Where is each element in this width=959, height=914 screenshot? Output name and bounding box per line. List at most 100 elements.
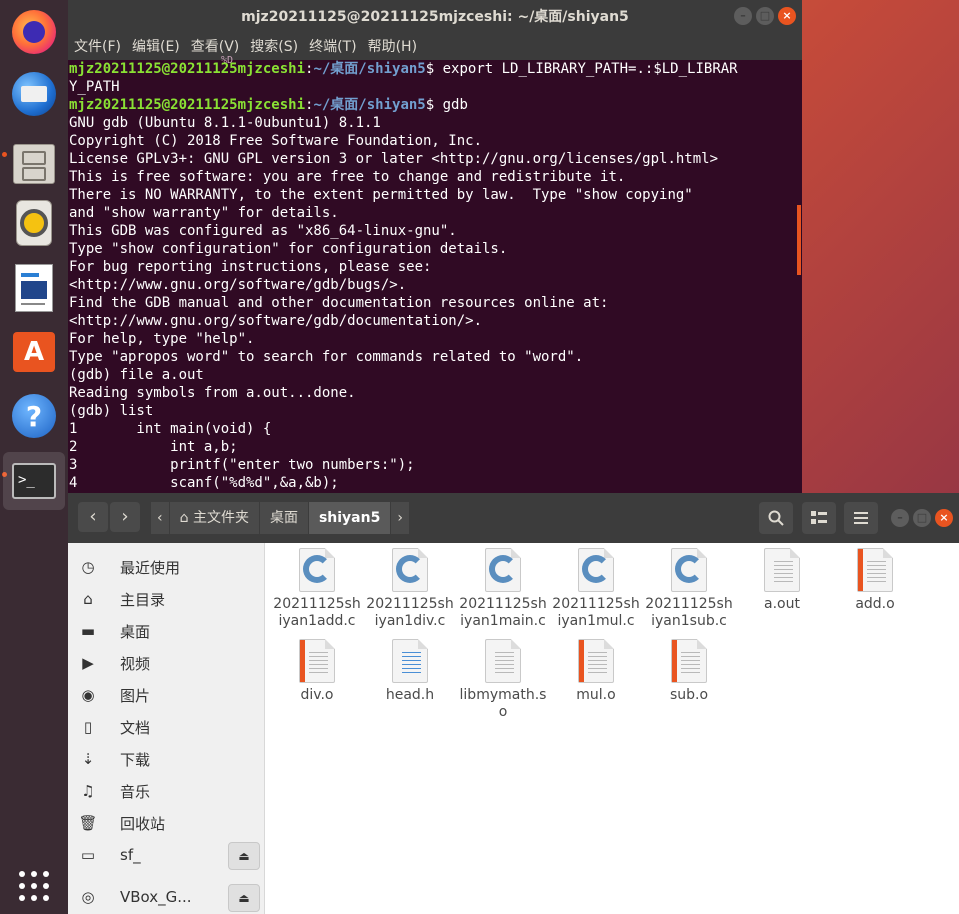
sidebar-item[interactable]: ⇣ 下载	[68, 743, 264, 775]
breadcrumb-home-label: 主文件夹	[192, 510, 249, 526]
dock-help[interactable]: ?	[4, 386, 64, 446]
file-manager-window: ‹ › ‹ ⌂ 主文件夹 桌面 shiyan5 › – □ × ◷ 最近使用 ⌂…	[68, 493, 959, 914]
terminal-titlebar[interactable]: mjz20211125@20211125mjzceshi: ~/桌面/shiya…	[68, 0, 802, 32]
terminal-line: For bug reporting instructions, please s…	[69, 259, 432, 275]
file-item[interactable]: div.o	[272, 639, 362, 704]
sidebar-item-label: sf_	[120, 846, 141, 864]
home-icon: ⌂	[83, 590, 93, 608]
sidebar-item[interactable]: ▬ 桌面	[68, 615, 264, 647]
dock-terminal[interactable]: >_	[3, 452, 65, 510]
sidebar-item[interactable]: 🗑 回收站	[68, 807, 264, 839]
menu-file[interactable]: 文件(F)	[74, 36, 121, 56]
minimize-button[interactable]: –	[734, 7, 752, 25]
dock: A ? >_	[0, 0, 68, 914]
back-button[interactable]: ‹	[78, 502, 108, 532]
binary-file-icon	[764, 548, 800, 592]
sidebar-item-label: 最近使用	[120, 558, 181, 577]
terminal-output[interactable]: mjz20211125@20211125mjzceshi:~/桌面/shiyan…	[68, 60, 797, 493]
breadcrumb-home[interactable]: ⌂ 主文件夹	[169, 502, 260, 534]
sidebar-item[interactable]: ▶ 视频	[68, 647, 264, 679]
file-item[interactable]: libmymath.so	[458, 639, 548, 721]
object-file-icon	[671, 639, 707, 683]
sidebar-item[interactable]: ◉ 图片	[68, 679, 264, 711]
terminal-scrollbar[interactable]	[797, 205, 801, 275]
file-name: a.out	[764, 596, 800, 612]
sidebar-item[interactable]: ⌂ 主目录	[68, 583, 264, 615]
terminal-line: Type "show configuration" for configurat…	[69, 241, 508, 257]
hamburger-menu-icon	[854, 512, 868, 524]
terminal-window: mjz20211125@20211125mjzceshi: ~/桌面/shiya…	[68, 0, 802, 493]
file-item[interactable]: sub.o	[644, 639, 734, 704]
file-name: 20211125shiyan1add.c	[273, 596, 361, 629]
dock-firefox[interactable]	[4, 2, 64, 62]
file-item[interactable]: 20211125shiyan1mul.c	[551, 548, 641, 630]
file-name: libmymath.so	[459, 687, 547, 720]
sidebar-item[interactable]: ▭ sf_ ⏏	[68, 839, 264, 871]
path-scroll-right[interactable]: ›	[391, 502, 410, 534]
menu-view[interactable]: 查看(V)	[191, 36, 240, 56]
menu-edit[interactable]: 编辑(E)	[132, 36, 180, 56]
document-icon: ▯	[83, 718, 93, 736]
file-item[interactable]: mul.o	[551, 639, 641, 704]
file-name: 20211125shiyan1mul.c	[552, 596, 640, 629]
menu-button[interactable]	[844, 502, 878, 534]
search-icon	[768, 510, 784, 526]
terminal-line: Y_PATH	[69, 79, 120, 95]
header-file-icon	[392, 639, 428, 683]
fm-minimize-button[interactable]: –	[891, 509, 909, 527]
file-item[interactable]: 20211125shiyan1main.c	[458, 548, 548, 630]
camera-icon: ◉	[81, 686, 95, 704]
recent-icon: ◷	[81, 558, 95, 576]
drive-icon: ▭	[80, 846, 96, 864]
prompt-path: ~/桌面/shiyan5	[313, 61, 426, 77]
menu-help[interactable]: 帮助(H)	[368, 36, 417, 56]
fm-close-button[interactable]: ×	[935, 509, 953, 527]
maximize-button[interactable]: □	[756, 7, 774, 25]
close-button[interactable]: ×	[778, 7, 796, 25]
c-source-file-icon	[485, 548, 521, 592]
fm-maximize-button[interactable]: □	[913, 509, 931, 527]
file-item[interactable]: add.o	[830, 548, 920, 613]
menu-terminal[interactable]: 终端(T)	[309, 36, 356, 56]
sidebar-item[interactable]: ▯ 文档	[68, 711, 264, 743]
sidebar-item[interactable]: ♫ 音乐	[68, 775, 264, 807]
breadcrumb-current[interactable]: shiyan5	[308, 502, 392, 534]
show-apps-icon[interactable]	[18, 870, 50, 902]
file-item[interactable]: head.h	[365, 639, 455, 704]
ubuntu-software-icon: A	[13, 332, 55, 372]
file-grid: 20211125shiyan1add.c 20211125shiyan1div.c…	[265, 543, 959, 914]
sidebar-item-label: 文档	[120, 718, 151, 737]
file-item[interactable]: 20211125shiyan1add.c	[272, 548, 362, 630]
file-item[interactable]: a.out	[737, 548, 827, 613]
terminal-line: License GPLv3+: GNU GPL version 3 or lat…	[69, 151, 719, 167]
eject-button[interactable]: ⏏	[228, 842, 260, 870]
dock-files[interactable]	[4, 134, 64, 194]
terminal-icon: >_	[12, 463, 56, 499]
forward-button[interactable]: ›	[110, 502, 140, 532]
dock-software[interactable]: A	[4, 322, 64, 382]
terminal-line: 4 scanf("%d%d",&a,&b);	[69, 475, 339, 491]
dock-writer[interactable]	[4, 258, 64, 318]
file-item[interactable]: 20211125shiyan1div.c	[365, 548, 455, 630]
search-button[interactable]	[759, 502, 793, 534]
sidebar-item[interactable]: ◎ VBox_G... ⏏	[68, 881, 264, 913]
c-source-file-icon	[299, 548, 335, 592]
dock-thunderbird[interactable]	[4, 64, 64, 124]
apps-grid-glyph	[19, 871, 49, 901]
file-item[interactable]: 20211125shiyan1sub.c	[644, 548, 734, 630]
path-scroll-left[interactable]: ‹	[151, 502, 170, 534]
dock-rhythmbox[interactable]	[4, 193, 64, 253]
terminal-line: Copyright (C) 2018 Free Software Foundat…	[69, 133, 483, 149]
music-icon: ♫	[81, 782, 95, 800]
terminal-line: <http://www.gnu.org/software/gdb/documen…	[69, 313, 483, 329]
sidebar-item[interactable]: ◷ 最近使用	[68, 551, 264, 583]
terminal-line: mjz20211125@20211125mjzceshi:~/桌面/shiyan…	[69, 96, 797, 114]
terminal-line: For help, type "help".	[69, 331, 255, 347]
file-name: 20211125shiyan1sub.c	[645, 596, 733, 629]
terminal-line: Type "apropos word" to search for comman…	[69, 349, 584, 365]
breadcrumb-desktop[interactable]: 桌面	[259, 502, 309, 534]
eject-button[interactable]: ⏏	[228, 884, 260, 912]
menu-search[interactable]: 搜索(S)	[250, 36, 298, 56]
view-toggle-button[interactable]	[802, 502, 836, 534]
places-sidebar: ◷ 最近使用 ⌂ 主目录 ▬ 桌面 ▶ 视频 ◉ 图片 ▯ 文档 ⇣ 下载 ♫ 音乐 🗑 回收站 ▭ sf_ ⏏ ◎ VBo…	[68, 543, 265, 914]
